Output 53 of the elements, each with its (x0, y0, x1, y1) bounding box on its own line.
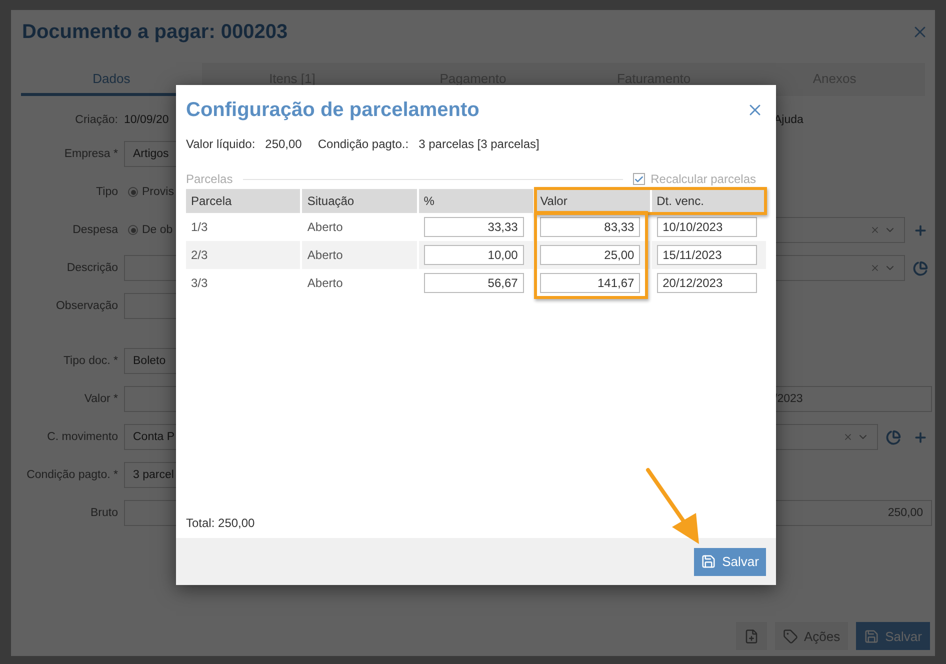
window-title: Documento a pagar: 000203 (22, 20, 288, 44)
column-header: Parcela (186, 189, 300, 213)
table-cell: Aberto (307, 276, 343, 290)
date-field[interactable]: 20/12/2023 (656, 273, 757, 293)
table-cell: Aberto (307, 248, 343, 262)
field-label: Observação (54, 300, 118, 312)
summary-value: 250,00 (265, 137, 302, 151)
field-label: Bruto (90, 507, 118, 519)
date-field[interactable]: 10/10/2023 (656, 217, 757, 237)
date-field[interactable]: 15/11/2023 (656, 245, 757, 265)
checkbox-label: Recalcular parcelas (650, 172, 756, 186)
column-header: Situação (302, 189, 417, 213)
field-label: Despesa (72, 224, 118, 236)
number-field[interactable]: 141,67 (540, 273, 640, 293)
section-title: Parcelas (186, 172, 233, 186)
summary-value: 3 parcelas [3 parcelas] (418, 137, 540, 151)
table-cell: 1/3 (191, 220, 208, 234)
tag-icon (783, 628, 798, 644)
column-header: % (418, 189, 534, 213)
field-label: Criação: (74, 114, 118, 126)
table-cell: 3/3 (191, 276, 208, 290)
column-header: Dt. venc. (652, 189, 766, 213)
field-label: C. movimento (46, 431, 118, 443)
clear-icon[interactable] (870, 263, 880, 273)
checkbox-icon[interactable] (632, 173, 645, 185)
radio-option[interactable]: De ob (124, 224, 176, 236)
summary-label: Condição pagto.: (318, 137, 409, 151)
clear-icon[interactable] (843, 432, 853, 442)
field-label: Tipo doc. * (62, 355, 118, 367)
field-label: Tipo (95, 186, 118, 198)
creation-date: 10/09/20 (124, 114, 170, 126)
number-field[interactable]: 25,00 (540, 245, 640, 265)
radio-option[interactable]: Provis (124, 186, 176, 198)
summary-label: Valor líquido: (186, 137, 256, 151)
save-button[interactable]: Salvar (694, 548, 766, 576)
clear-icon[interactable] (870, 225, 880, 235)
field-label: Valor * (83, 393, 118, 405)
table-cell: Aberto (307, 220, 343, 234)
recalculate-checkbox[interactable]: Recalcular parcelas (632, 172, 766, 186)
field-label: Condição pagto. * (26, 469, 118, 481)
number-field[interactable]: 56,67 (424, 273, 524, 293)
total-text: Total: 250,00 (186, 516, 256, 532)
number-field[interactable]: 33,33 (424, 217, 524, 237)
field-label: Empresa * (63, 148, 118, 160)
number-field[interactable]: 83,33 (540, 217, 640, 237)
number-field[interactable]: 10,00 (424, 245, 524, 265)
file-plus-icon (744, 628, 759, 644)
new-file-button[interactable] (736, 622, 767, 650)
table-cell: 2/3 (191, 248, 208, 262)
dialog-title: Configuração de parcelamento (186, 98, 480, 122)
field-label: Descrição (66, 262, 118, 274)
save-icon (864, 628, 880, 644)
save-icon (701, 554, 716, 569)
